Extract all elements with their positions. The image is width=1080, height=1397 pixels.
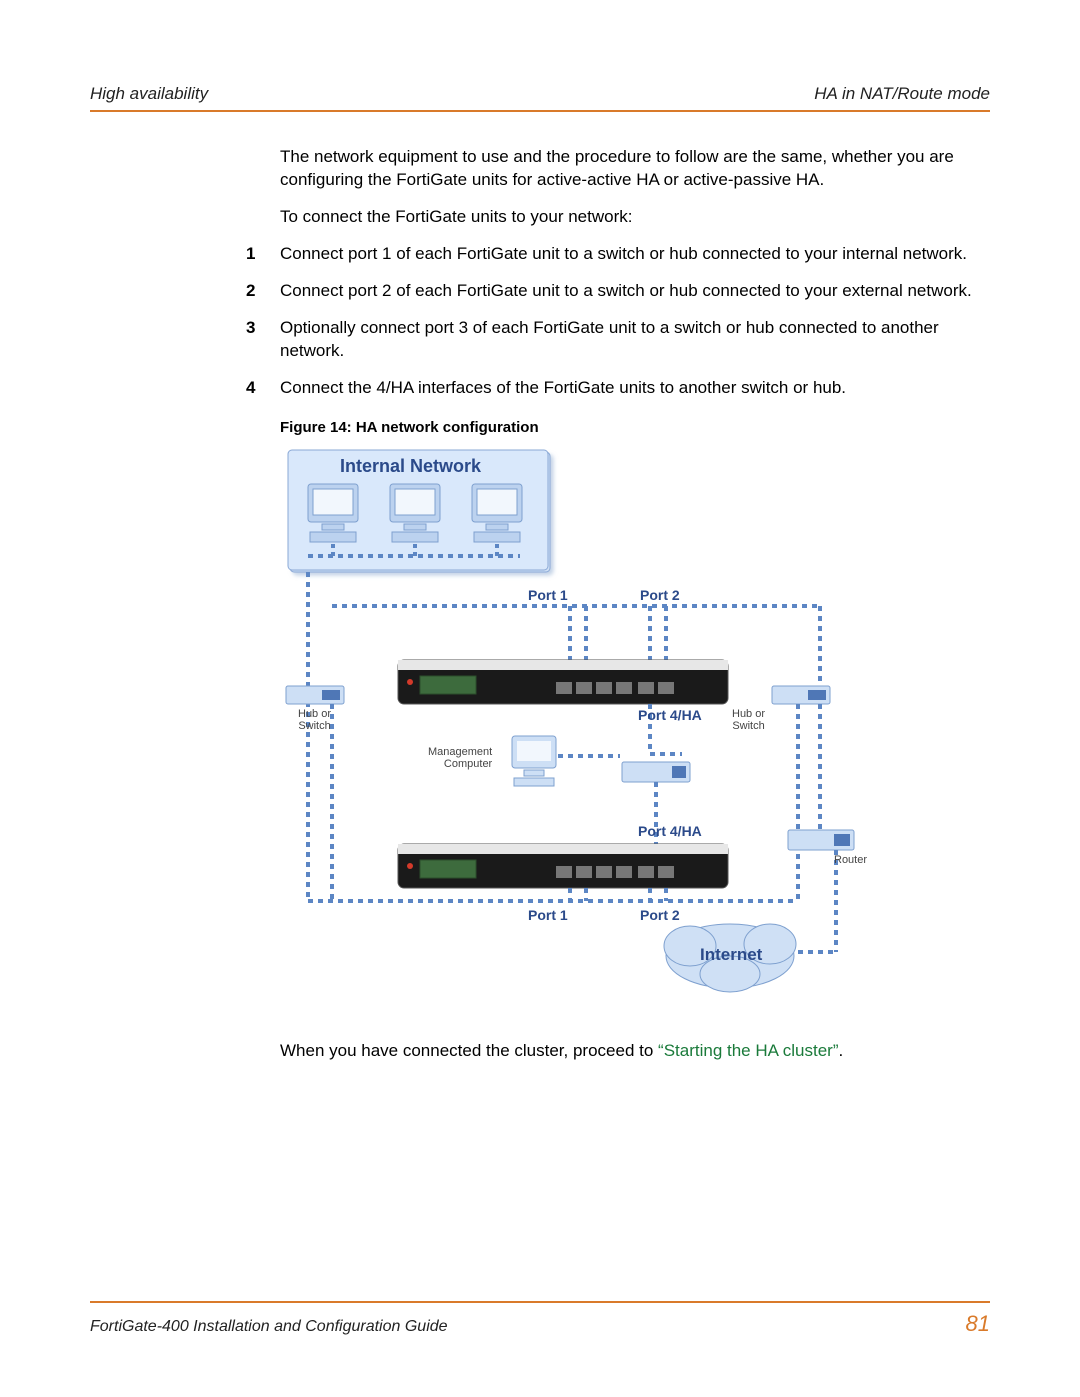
step-text: Connect port 2 of each FortiGate unit to… [280, 280, 990, 303]
step-text: Connect port 1 of each FortiGate unit to… [280, 243, 990, 266]
label-router: Router [834, 854, 867, 866]
label-hub-switch-right: Hub or Switch [732, 708, 765, 732]
page-header: High availability HA in NAT/Route mode [90, 84, 990, 112]
label-hub-switch-left: Hub or Switch [298, 708, 331, 732]
footer-page-number: 81 [966, 1311, 990, 1337]
step-item: 2 Connect port 2 of each FortiGate unit … [280, 280, 990, 303]
step-number: 2 [246, 280, 280, 303]
label-port2-bottom: Port 2 [640, 906, 680, 925]
header-right: HA in NAT/Route mode [814, 84, 990, 104]
step-text: Connect the 4/HA interfaces of the Forti… [280, 377, 990, 400]
label-port2-top: Port 2 [640, 586, 680, 605]
lead-in-text: To connect the FortiGate units to your n… [280, 206, 990, 229]
intro-paragraph: The network equipment to use and the pro… [280, 146, 990, 192]
step-item: 1 Connect port 1 of each FortiGate unit … [280, 243, 990, 266]
footer-title: FortiGate-400 Installation and Configura… [90, 1318, 448, 1336]
page-footer: FortiGate-400 Installation and Configura… [90, 1301, 990, 1337]
step-item: 4 Connect the 4/HA interfaces of the For… [280, 377, 990, 400]
after-fig-post: . [839, 1041, 844, 1060]
step-text: Optionally connect port 3 of each FortiG… [280, 317, 990, 363]
step-number: 3 [246, 317, 280, 340]
header-left: High availability [90, 84, 208, 104]
label-port1-top: Port 1 [528, 586, 568, 605]
label-port1-bottom: Port 1 [528, 906, 568, 925]
figure-caption: Figure 14: HA network configuration [280, 418, 990, 438]
cross-reference-link[interactable]: “Starting the HA cluster” [658, 1041, 838, 1060]
step-list: 1 Connect port 1 of each FortiGate unit … [280, 243, 990, 400]
label-internet: Internet [700, 944, 762, 967]
figure-diagram: Internal Network Port 1 Port 2 Port 4/HA… [280, 446, 870, 1016]
label-internal-network: Internal Network [340, 454, 481, 478]
step-item: 3 Optionally connect port 3 of each Fort… [280, 317, 990, 363]
step-number: 4 [246, 377, 280, 400]
after-fig-pre: When you have connected the cluster, pro… [280, 1041, 658, 1060]
label-port4ha-top: Port 4/HA [638, 706, 702, 725]
label-management-computer: Management Computer [428, 746, 492, 770]
network-diagram-svg [280, 446, 870, 1016]
document-page: High availability HA in NAT/Route mode T… [0, 0, 1080, 1397]
after-figure-paragraph: When you have connected the cluster, pro… [280, 1040, 990, 1063]
label-port4ha-bottom: Port 4/HA [638, 822, 702, 841]
page-body: The network equipment to use and the pro… [280, 146, 990, 1063]
step-number: 1 [246, 243, 280, 266]
